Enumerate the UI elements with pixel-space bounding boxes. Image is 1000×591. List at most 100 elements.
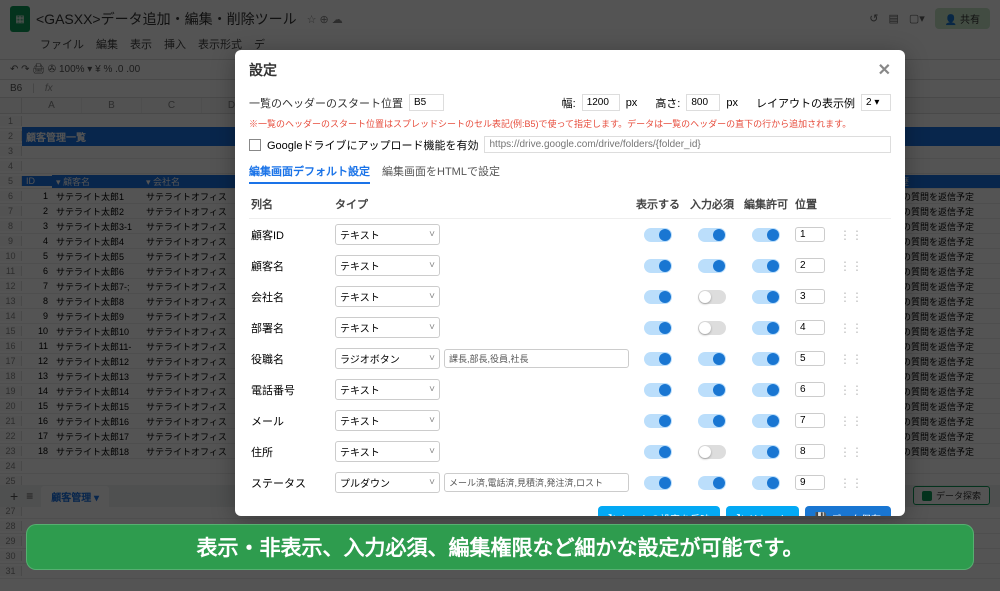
show-toggle[interactable] [644,352,672,366]
edit-toggle[interactable] [752,228,780,242]
field-name: 顧客名 [251,258,331,274]
all-sheets-icon[interactable]: ≡ [26,489,33,503]
drag-handle-icon[interactable]: ⋮⋮ [839,476,857,490]
position-input[interactable] [795,227,825,242]
position-input[interactable] [795,413,825,428]
required-toggle[interactable] [698,290,726,304]
type-select[interactable]: テキスト˅ [335,286,440,307]
field-name: 電話番号 [251,382,331,398]
drag-handle-icon[interactable]: ⋮⋮ [839,290,857,304]
required-toggle[interactable] [698,383,726,397]
edit-toggle[interactable] [752,383,780,397]
required-toggle[interactable] [698,352,726,366]
column-header[interactable]: C [142,98,202,113]
field-row: 会社名 テキスト˅ ⋮⋮ [249,281,891,312]
position-input[interactable] [795,351,825,366]
share-button[interactable]: 👤 共有 [935,8,990,29]
type-select[interactable]: テキスト˅ [335,317,440,338]
column-header[interactable]: A [22,98,82,113]
field-name: 会社名 [251,289,331,305]
history-icon[interactable]: ↺ [869,12,878,25]
width-input[interactable] [582,94,620,111]
menu-item[interactable]: 表示 [130,36,152,52]
tab-html[interactable]: 編集画面をHTMLで設定 [382,163,500,184]
doc-title[interactable]: <GASXX>データ追加・編集・削除ツール [36,9,297,29]
drag-handle-icon[interactable]: ⋮⋮ [839,383,857,397]
reset-button[interactable]: ↻ リセット [726,506,798,516]
drag-handle-icon[interactable]: ⋮⋮ [839,414,857,428]
field-name: 顧客ID [251,227,331,243]
type-select[interactable]: テキスト˅ [335,441,440,462]
required-toggle[interactable] [698,445,726,459]
meet-icon[interactable]: ▢▾ [909,12,925,25]
show-toggle[interactable] [644,383,672,397]
formula-bar[interactable]: fx [45,83,53,94]
header-pos-input[interactable] [409,94,444,111]
menu-item[interactable]: ファイル [40,36,84,52]
sheet-tab[interactable]: 顧客管理 ▾ [41,486,109,507]
drag-handle-icon[interactable]: ⋮⋮ [839,352,857,366]
position-input[interactable] [795,258,825,273]
type-select[interactable]: テキスト˅ [335,379,440,400]
data-explore-button[interactable]: データ探索 [913,486,990,505]
edit-toggle[interactable] [752,445,780,459]
required-toggle[interactable] [698,259,726,273]
comment-icon[interactable]: ▤ [888,12,898,25]
add-sheet-icon[interactable]: + [10,488,18,504]
column-header[interactable]: B [82,98,142,113]
type-select[interactable]: テキスト˅ [335,224,440,245]
type-select[interactable]: テキスト˅ [335,410,440,431]
required-toggle[interactable] [698,476,726,490]
tab-default[interactable]: 編集画面デフォルト設定 [249,163,370,184]
upload-checkbox[interactable] [249,139,261,151]
menu-item[interactable]: 編集 [96,36,118,52]
drag-handle-icon[interactable]: ⋮⋮ [839,259,857,273]
cell-reference[interactable]: B6 [10,83,22,94]
options-input[interactable]: メール済,電話済,見積済,発注済,ロスト [444,473,629,492]
show-toggle[interactable] [644,414,672,428]
show-toggle[interactable] [644,321,672,335]
layout-select[interactable]: 2 ▾ [861,94,891,111]
position-input[interactable] [795,289,825,304]
edit-toggle[interactable] [752,352,780,366]
show-toggle[interactable] [644,445,672,459]
required-toggle[interactable] [698,414,726,428]
field-name: 部署名 [251,320,331,336]
edit-toggle[interactable] [752,414,780,428]
required-toggle[interactable] [698,228,726,242]
show-toggle[interactable] [644,228,672,242]
title-icons[interactable]: ☆ ⊕ ☁ [307,13,343,26]
field-name: 住所 [251,444,331,460]
options-input[interactable]: 課長,部長,役員,社長 [444,349,629,368]
edit-toggle[interactable] [752,290,780,304]
type-select[interactable]: テキスト˅ [335,255,440,276]
field-row: ステータス プルダウン˅ メール済,電話済,見積済,発注済,ロスト ⋮⋮ [249,467,891,498]
show-toggle[interactable] [644,476,672,490]
menu-item[interactable]: 挿入 [164,36,186,52]
height-input[interactable] [686,94,720,111]
position-input[interactable] [795,475,825,490]
drag-handle-icon[interactable]: ⋮⋮ [839,321,857,335]
edit-toggle[interactable] [752,259,780,273]
position-input[interactable] [795,382,825,397]
field-row: 電話番号 テキスト˅ ⋮⋮ [249,374,891,405]
layout-label: レイアウトの表示例 [756,95,855,111]
drag-handle-icon[interactable]: ⋮⋮ [839,445,857,459]
edit-toggle[interactable] [752,476,780,490]
required-toggle[interactable] [698,321,726,335]
field-row: 部署名 テキスト˅ ⋮⋮ [249,312,891,343]
promo-banner: 表示・非表示、入力必須、編集権限など細かな設定が可能です。 [26,524,974,570]
drag-handle-icon[interactable]: ⋮⋮ [839,228,857,242]
show-toggle[interactable] [644,290,672,304]
reflect-button[interactable]: ↻ シートの設定を反映 [598,506,720,516]
edit-toggle[interactable] [752,321,780,335]
folder-url-input[interactable] [484,136,891,153]
show-toggle[interactable] [644,259,672,273]
position-input[interactable] [795,444,825,459]
type-select[interactable]: ラジオボタン˅ [335,348,440,369]
close-icon[interactable]: ✕ [878,60,891,80]
save-button[interactable]: 💾 データ保存 [805,506,891,516]
type-select[interactable]: プルダウン˅ [335,472,440,493]
position-input[interactable] [795,320,825,335]
settings-modal: 設定 ✕ 一覧のヘッダーのスタート位置 幅: px 高さ: px レイアウトの表… [235,50,905,516]
